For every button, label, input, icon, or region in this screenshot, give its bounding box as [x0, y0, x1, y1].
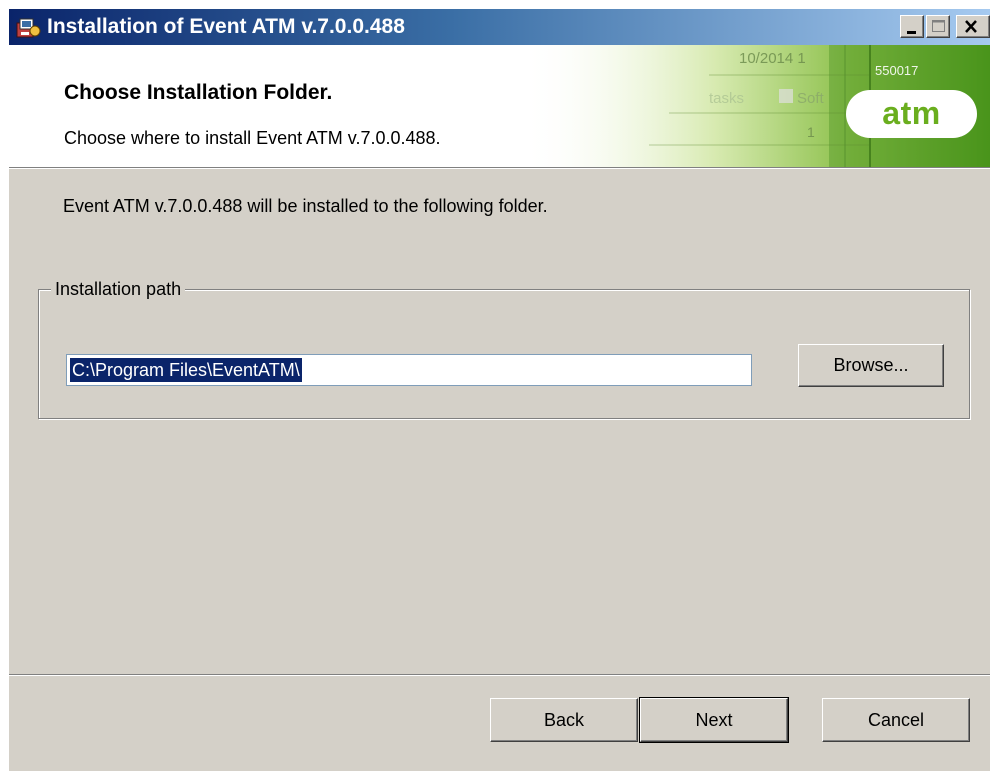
installation-path-input[interactable]: C:\Program Files\EventATM\ — [66, 354, 752, 386]
group-label: Installation path — [51, 279, 186, 300]
atm-logo: atm — [846, 90, 977, 138]
header-divider — [9, 167, 990, 169]
maximize-icon — [932, 20, 945, 32]
close-icon — [965, 20, 977, 33]
page-subheading: Choose where to install Event ATM v.7.0.… — [64, 128, 441, 148]
install-description: Event ATM v.7.0.0.488 will be installed … — [63, 196, 548, 216]
banner-fragment: tasks — [709, 90, 744, 107]
installer-icon — [16, 18, 41, 38]
path-value: C:\Program Files\EventATM\ — [69, 357, 303, 383]
header-banner: 10/2014 1 550017 Soft tasks 1 Choose Ins… — [9, 45, 990, 167]
banner-fragment: Soft — [797, 90, 825, 107]
banner-fragment: 10/2014 1 — [739, 50, 806, 67]
banner-fragment: 1 — [807, 124, 815, 140]
next-button[interactable]: Next — [639, 697, 789, 743]
window-title: Installation of Event ATM v.7.0.0.488 — [47, 15, 405, 38]
title-bar[interactable]: Installation of Event ATM v.7.0.0.488 — [9, 9, 990, 45]
minimize-button[interactable] — [900, 15, 924, 38]
close-button[interactable] — [956, 15, 990, 38]
minimize-icon — [907, 31, 916, 34]
cancel-button[interactable]: Cancel — [822, 698, 970, 742]
installer-window: Installation of Event ATM v.7.0.0.488 10… — [9, 9, 990, 771]
back-button[interactable]: Back — [490, 698, 638, 742]
page-heading: Choose Installation Folder. — [64, 81, 333, 104]
maximize-button[interactable] — [926, 15, 950, 38]
banner-fragment: 550017 — [875, 63, 918, 78]
browse-button[interactable]: Browse... — [798, 344, 944, 387]
footer-divider — [9, 674, 990, 676]
